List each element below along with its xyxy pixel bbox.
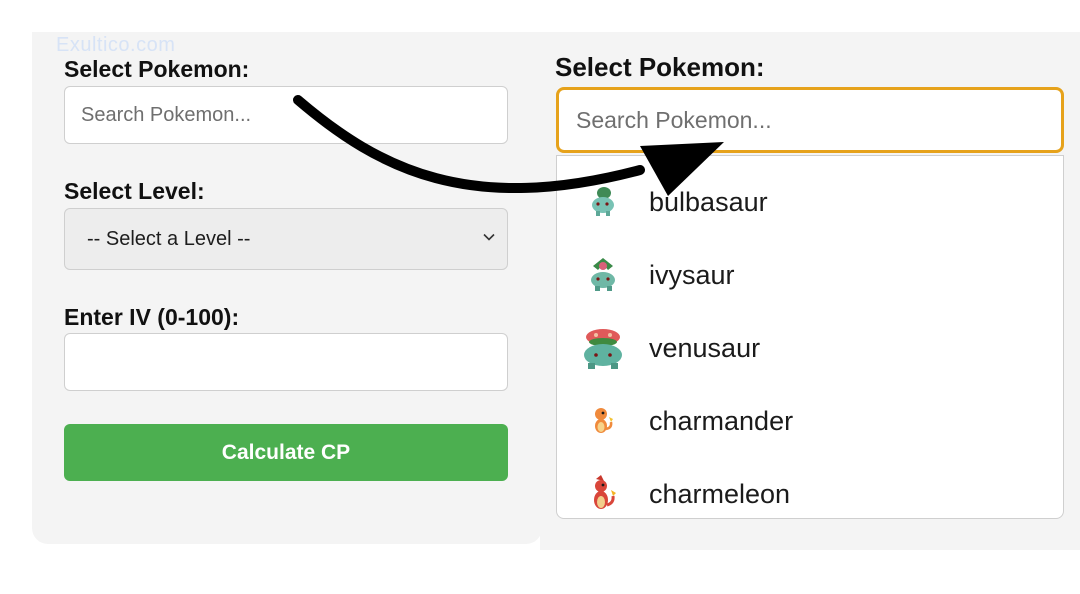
chevron-down-icon	[483, 233, 495, 241]
level-select[interactable]: -- Select a Level --	[64, 208, 508, 270]
pokemon-option-ivysaur[interactable]: ivysaur	[557, 239, 1063, 312]
pokemon-option-label: charmander	[649, 406, 794, 436]
pokemon-option-label: bulbasaur	[649, 187, 768, 217]
level-select-value: -- Select a Level --	[87, 227, 251, 250]
watermark-text: Exultico.com	[56, 34, 176, 56]
pokemon-option-venusaur[interactable]: venusaur	[557, 312, 1063, 385]
charmander-sprite-icon	[595, 407, 613, 433]
level-label: Select Level:	[64, 178, 205, 204]
pokemon-search-input[interactable]	[64, 86, 508, 144]
iv-input[interactable]	[64, 333, 508, 391]
pokemon-search-input-focused[interactable]	[556, 87, 1064, 153]
pokemon-label-expanded: Select Pokemon:	[555, 52, 765, 82]
pokemon-option-label: ivysaur	[649, 260, 735, 290]
venusaur-sprite-icon	[584, 328, 622, 369]
ivysaur-sprite-icon	[591, 257, 615, 291]
charmeleon-sprite-icon	[594, 474, 616, 509]
pokemon-option-bulbasaur[interactable]: bulbasaur	[557, 166, 1063, 239]
pokemon-option-charmeleon[interactable]: charmeleon	[557, 458, 1063, 518]
screenshot-stage: Exultico.com Select Pokemon: Select Leve…	[0, 0, 1080, 594]
calculate-cp-button[interactable]: Calculate CP	[64, 424, 508, 481]
iv-label: Enter IV (0-100):	[64, 304, 240, 330]
pokemon-option-label: venusaur	[649, 333, 761, 363]
bulbasaur-sprite-icon	[592, 186, 614, 216]
pokemon-option-label: charmeleon	[649, 479, 791, 509]
pokemon-suggestion-dropdown: bulbasaur ivysaur venusaur charmander ch…	[556, 155, 1064, 519]
pokemon-option-charmander[interactable]: charmander	[557, 385, 1063, 458]
pokemon-label: Select Pokemon:	[64, 56, 250, 82]
